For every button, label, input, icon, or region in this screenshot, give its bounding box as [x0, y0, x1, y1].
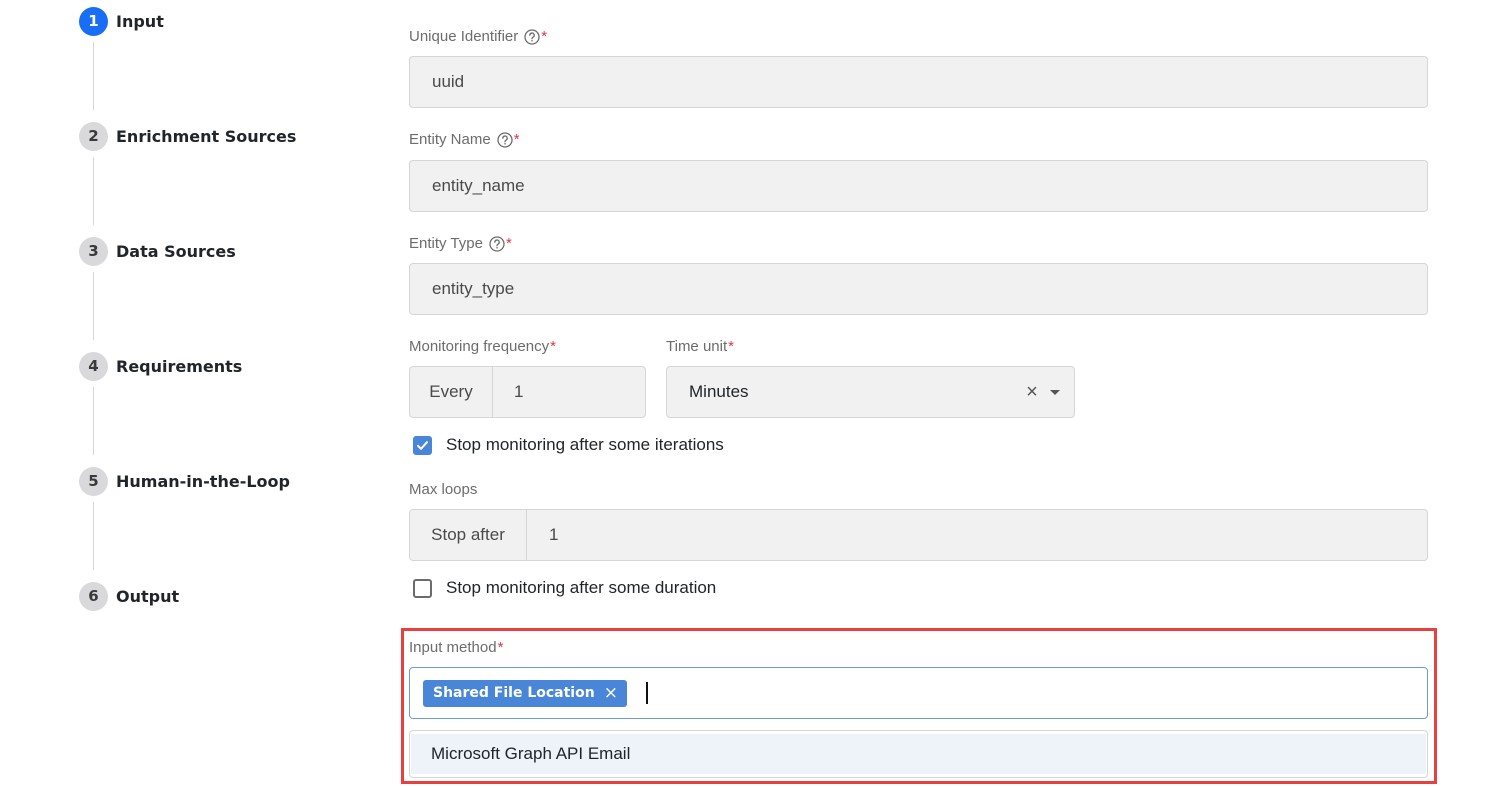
- step-label: Output: [116, 586, 180, 606]
- stop-after-iterations-checkbox[interactable]: [413, 435, 432, 455]
- stop-after-iterations-label: Stop monitoring after some iterations: [446, 435, 724, 454]
- unique-identifier-label: Unique Identifier *: [409, 28, 548, 45]
- entity-name-label: Entity Name *: [409, 131, 520, 148]
- step-output[interactable]: 6 Output: [79, 581, 179, 611]
- required-marker: *: [497, 639, 504, 656]
- stop-after-addon: Stop after: [410, 510, 527, 560]
- question-circle-icon[interactable]: [497, 131, 513, 148]
- wizard-stepper: 1 Input 2 Enrichment Sources 3 Data Sour…: [0, 0, 380, 786]
- step-input[interactable]: 1 Input: [79, 6, 164, 36]
- input-method-multiselect[interactable]: Shared File Location ×: [409, 667, 1428, 719]
- monitoring-frequency-input[interactable]: 1: [493, 367, 645, 417]
- question-circle-icon[interactable]: [524, 28, 540, 45]
- max-loops-group: Stop after 1: [409, 509, 1428, 561]
- entity-type-label: Entity Type *: [409, 235, 512, 252]
- step-number-circle: 3: [79, 236, 108, 266]
- required-marker: *: [728, 338, 734, 355]
- close-icon[interactable]: ×: [604, 684, 618, 702]
- every-addon: Every: [410, 367, 493, 417]
- chip-label: Shared File Location: [433, 685, 595, 701]
- step-number-circle: 1: [79, 6, 108, 36]
- entity-name-input[interactable]: entity_name: [409, 160, 1428, 212]
- required-marker: *: [550, 338, 556, 355]
- step-number-circle: 5: [79, 466, 108, 496]
- input-method-dropdown: Microsoft Graph API Email: [409, 730, 1428, 778]
- monitoring-frequency-group: Every 1: [409, 366, 646, 418]
- step-number-circle: 4: [79, 351, 108, 381]
- unique-identifier-input[interactable]: uuid: [409, 56, 1428, 108]
- stop-after-duration-label: Stop monitoring after some duration: [446, 578, 717, 597]
- step-label: Requirements: [116, 356, 243, 376]
- option-microsoft-graph-api-email[interactable]: Microsoft Graph API Email: [411, 734, 1426, 774]
- step-enrichment-sources[interactable]: 2 Enrichment Sources: [79, 121, 296, 151]
- step-connector: [93, 272, 94, 340]
- question-circle-icon[interactable]: [489, 235, 505, 252]
- step-connector: [93, 502, 94, 570]
- stop-after-duration-checkbox[interactable]: [413, 578, 432, 598]
- step-label: Human-in-the-Loop: [116, 471, 290, 491]
- step-connector: [93, 387, 94, 455]
- required-marker: *: [505, 235, 512, 252]
- step-data-sources[interactable]: 3 Data Sources: [79, 236, 236, 266]
- time-unit-select[interactable]: Minutes ×: [666, 366, 1075, 418]
- step-number-circle: 6: [79, 581, 108, 611]
- step-requirements[interactable]: 4 Requirements: [79, 351, 242, 381]
- required-marker: *: [513, 131, 520, 148]
- checkmark-icon: [417, 440, 428, 450]
- step-connector: [93, 157, 94, 225]
- selected-chip-shared-file-location: Shared File Location ×: [423, 679, 627, 707]
- stop-after-iterations-row: Stop monitoring after some iterations: [413, 435, 724, 455]
- clear-icon[interactable]: ×: [1023, 382, 1041, 402]
- monitoring-frequency-label: Monitoring frequency *: [409, 338, 556, 355]
- input-method-label: Input method *: [409, 639, 504, 656]
- step-label: Data Sources: [116, 241, 236, 261]
- chevron-down-icon[interactable]: [1050, 390, 1060, 395]
- time-unit-value: Minutes: [689, 382, 749, 401]
- step-connector: [93, 42, 94, 110]
- step-number-circle: 2: [79, 121, 108, 151]
- step-human-in-the-loop[interactable]: 5 Human-in-the-Loop: [79, 466, 290, 496]
- step-label: Input: [116, 11, 164, 31]
- stop-after-duration-row: Stop monitoring after some duration: [413, 578, 716, 598]
- max-loops-label: Max loops: [409, 481, 478, 498]
- time-unit-label: Time unit *: [666, 338, 734, 355]
- required-marker: *: [541, 28, 548, 45]
- step-label: Enrichment Sources: [116, 126, 297, 146]
- text-cursor: [645, 682, 648, 704]
- max-loops-input[interactable]: 1: [527, 510, 1427, 560]
- entity-type-input[interactable]: entity_type: [409, 263, 1428, 315]
